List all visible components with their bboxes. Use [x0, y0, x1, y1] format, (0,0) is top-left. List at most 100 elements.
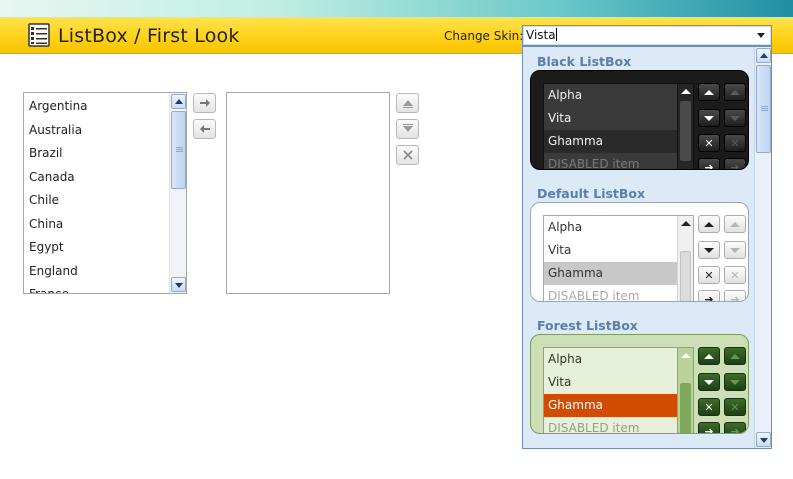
list-item-selected: Ghamma	[544, 394, 693, 417]
list-item: Vita	[548, 375, 572, 389]
delete-button[interactable]	[396, 145, 419, 165]
skin-preview-forest: Alpha Vita Ghamma DISABLED item ✕ ✕ ➜ ➜	[530, 334, 749, 434]
preview-move-up-button-disabled	[724, 215, 746, 233]
move-up-icon	[704, 353, 714, 359]
source-listbox[interactable]: Argentina Australia Brazil Canada Chile …	[23, 92, 187, 294]
move-right-button[interactable]	[193, 93, 216, 113]
skin-preview-default: Alpha Vita Ghamma DISABLED item ✕ ✕ ➜ ➜	[530, 202, 749, 302]
list-item[interactable]: Chile	[24, 189, 186, 213]
move-down-icon	[704, 379, 714, 385]
scrollbar-thumb	[680, 251, 691, 301]
chevron-up-icon	[760, 53, 768, 58]
preview-move-up-button	[698, 215, 720, 233]
arrow-right-icon: ➜	[730, 160, 740, 170]
source-listbox-scrollbar[interactable]	[169, 93, 186, 293]
scrollbar-thumb[interactable]	[756, 65, 771, 153]
preview-scrollbar	[677, 84, 693, 169]
move-down-icon	[402, 124, 413, 132]
list-item[interactable]: Egypt	[24, 236, 186, 260]
scroll-down-button[interactable]	[756, 432, 771, 447]
scrollbar-thumb[interactable]	[171, 111, 186, 189]
scroll-up-button[interactable]	[756, 48, 771, 63]
list-item[interactable]: China	[24, 213, 186, 237]
list-item-selected: Ghamma	[544, 262, 693, 285]
preview-move-right-button: ➜	[698, 422, 720, 434]
move-down-button[interactable]	[396, 119, 419, 139]
preview-move-down-button	[698, 241, 720, 259]
move-left-button[interactable]	[193, 119, 216, 139]
list-item: Vita	[548, 111, 572, 125]
move-down-icon	[730, 247, 740, 253]
preview-move-right-button-disabled: ➜	[724, 290, 746, 301]
page-title: ListBox / First Look	[58, 25, 240, 47]
preview-delete-button: ✕	[698, 398, 720, 416]
preview-delete-button-disabled: ✕	[724, 134, 746, 152]
preview-delete-button-disabled: ✕	[724, 398, 746, 416]
arrow-right-icon: ➜	[704, 292, 714, 302]
arrow-left-icon	[199, 125, 210, 133]
preview-move-right-button: ➜	[698, 158, 720, 169]
chevron-up-icon	[681, 221, 691, 226]
listbox-icon	[28, 23, 50, 47]
preview-delete-button: ✕	[698, 266, 720, 284]
preview-move-up-button	[698, 83, 720, 101]
list-item-selected: Ghamma	[544, 130, 693, 153]
arrow-right-icon: ➜	[704, 424, 714, 434]
grip-line	[761, 108, 768, 109]
chevron-down-icon[interactable]	[757, 33, 765, 38]
preview-move-right-button-disabled: ➜	[724, 422, 746, 434]
list-item[interactable]: Argentina	[24, 95, 186, 119]
preview-move-down-button-disabled	[724, 109, 746, 127]
list-item[interactable]: Brazil	[24, 142, 186, 166]
list-item[interactable]: France	[24, 283, 186, 293]
list-item[interactable]: Canada	[24, 166, 186, 190]
preview-move-up-button	[698, 347, 720, 365]
change-skin-label: Change Skin:	[444, 29, 524, 43]
list-item: Vita	[548, 243, 572, 257]
scroll-up-button[interactable]	[171, 94, 186, 109]
skin-dropdown-scrollbar[interactable]	[754, 47, 771, 448]
skin-preview-black: Alpha Vita Ghamma DISABLED item ✕ ✕ ➜ ➜	[530, 70, 749, 170]
text-cursor	[555, 28, 557, 41]
grip-line	[761, 110, 768, 111]
chevron-down-icon	[760, 438, 768, 443]
move-up-button[interactable]	[396, 93, 419, 113]
preview-move-down-button-disabled	[724, 241, 746, 259]
move-up-icon	[704, 221, 714, 227]
preview-move-right-button: ➜	[698, 290, 720, 302]
skin-select[interactable]: Vista	[522, 25, 772, 46]
arrow-right-icon	[199, 99, 210, 107]
move-up-icon	[730, 89, 740, 95]
scroll-down-button[interactable]	[171, 277, 186, 292]
list-item[interactable]: England	[24, 260, 186, 284]
top-banner-strip	[0, 0, 793, 17]
list-item-disabled: DISABLED item	[548, 157, 640, 170]
scrollbar-thumb	[680, 383, 691, 433]
preview-scrollbar	[677, 216, 693, 301]
preview-move-down-button	[698, 109, 720, 127]
preview-delete-button-disabled: ✕	[724, 266, 746, 284]
arrow-right-icon: ➜	[730, 424, 740, 434]
move-up-icon	[730, 221, 740, 227]
list-item: Alpha	[548, 88, 583, 102]
preview-listbox: Alpha Vita Ghamma DISABLED item	[543, 83, 694, 170]
close-icon	[402, 150, 413, 160]
move-down-icon	[704, 247, 714, 253]
preview-listbox: Alpha Vita Ghamma DISABLED item	[543, 347, 694, 433]
skin-option-title: Default ListBox	[537, 186, 646, 201]
preview-listbox: Alpha Vita Ghamma DISABLED item	[543, 215, 694, 301]
chevron-down-icon	[175, 283, 183, 288]
preview-move-right-button-disabled: ➜	[724, 158, 746, 170]
grip-line	[176, 151, 183, 152]
chevron-up-icon	[681, 353, 691, 358]
chevron-up-icon	[175, 99, 183, 104]
move-up-icon	[402, 100, 413, 108]
chevron-up-icon	[681, 89, 691, 94]
grip-line	[176, 149, 183, 150]
destination-listbox[interactable]	[226, 92, 390, 294]
list-item: Alpha	[548, 220, 583, 234]
grip-line	[176, 147, 183, 148]
skin-dropdown-popup[interactable]: Black ListBox Alpha Vita Ghamma DISABLED…	[522, 46, 772, 449]
skin-option-title: Forest ListBox	[537, 318, 638, 333]
list-item[interactable]: Australia	[24, 119, 186, 143]
